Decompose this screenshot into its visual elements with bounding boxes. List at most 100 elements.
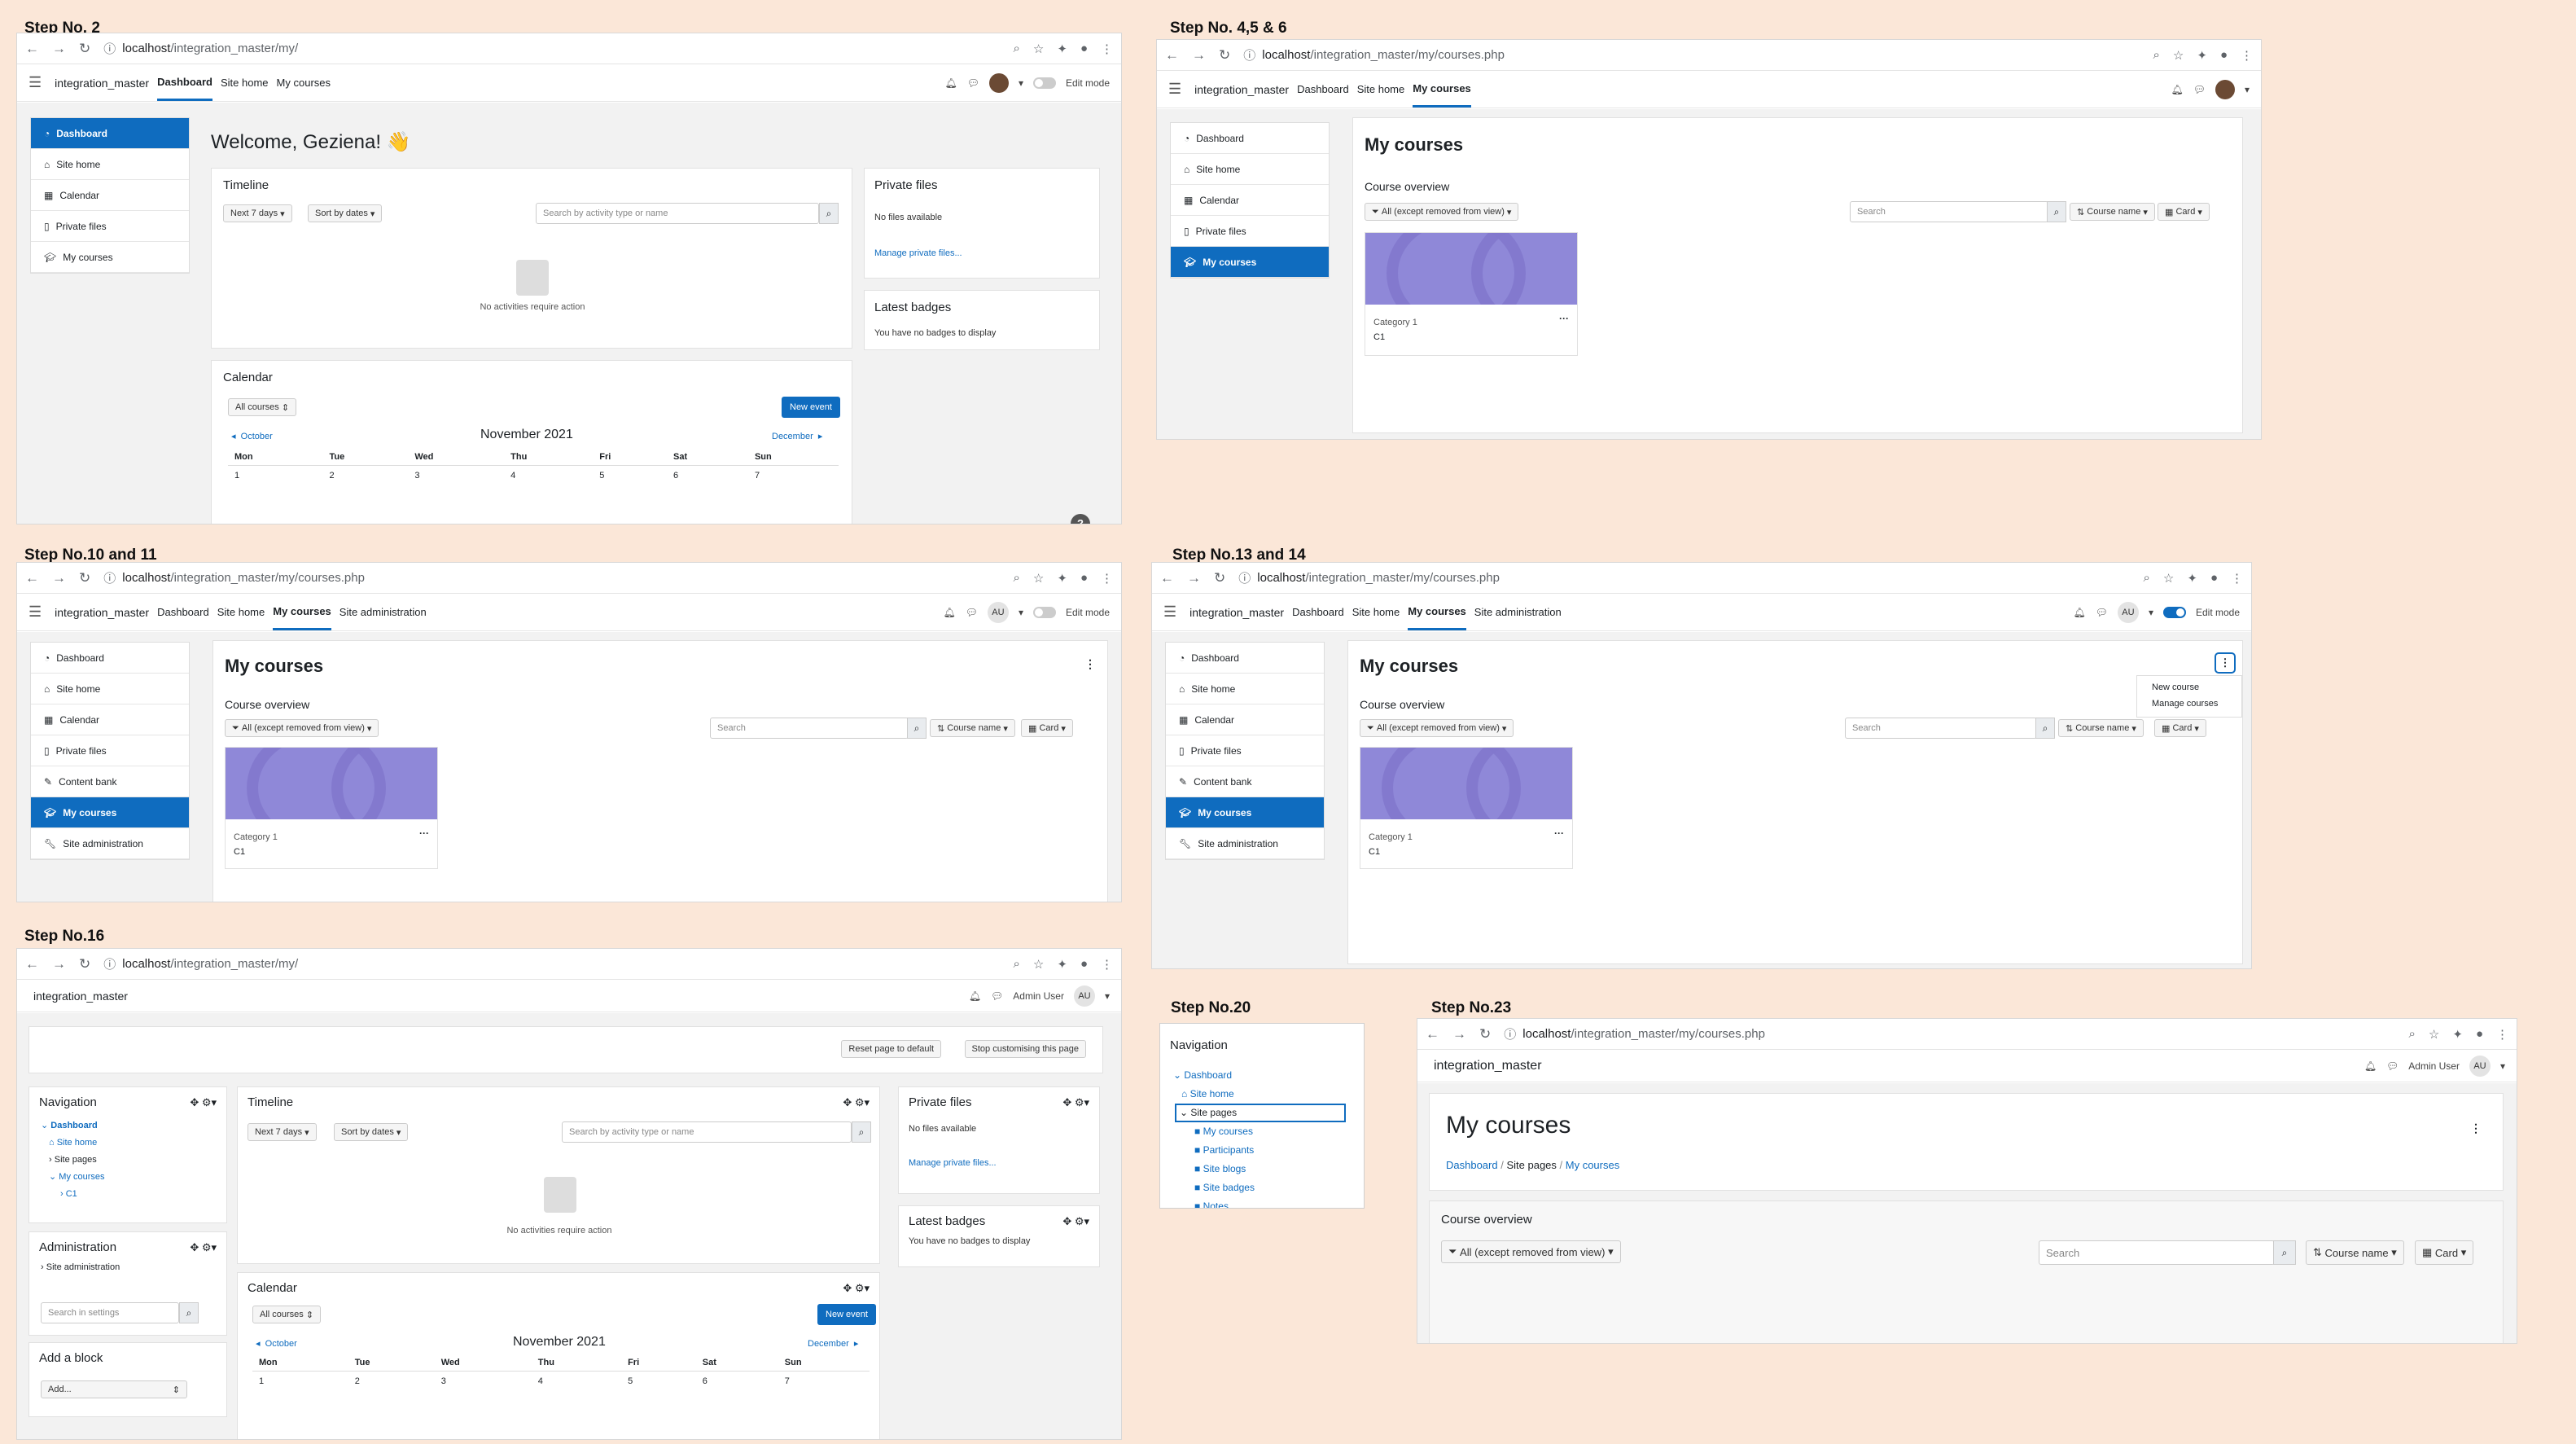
- drawer-item-private-files[interactable]: ▯ Private files: [31, 735, 189, 766]
- next-month-link[interactable]: December ▸: [772, 431, 822, 441]
- breadcrumb-my-courses[interactable]: My courses: [1566, 1159, 1619, 1171]
- back-icon[interactable]: ←: [25, 41, 39, 57]
- calendar-day[interactable]: 1: [252, 1371, 348, 1396]
- breadcrumb-dashboard[interactable]: Dashboard: [1446, 1159, 1498, 1171]
- extensions-icon[interactable]: ✦: [2452, 1027, 2463, 1042]
- bell-icon[interactable]: 🔔︎: [2364, 1060, 2377, 1072]
- drawer-item-calendar[interactable]: ▦ Calendar: [31, 180, 189, 211]
- zoom-icon[interactable]: ⌕: [1014, 42, 1020, 56]
- site-name[interactable]: integration_master: [55, 77, 149, 90]
- reload-icon[interactable]: ↻: [79, 956, 90, 972]
- chat-icon[interactable]: 💬︎: [967, 77, 979, 89]
- bell-icon[interactable]: 🔔︎: [2171, 84, 2184, 95]
- bell-icon[interactable]: 🔔︎: [943, 607, 955, 618]
- nav-site-home[interactable]: Site home: [217, 595, 265, 629]
- edit-mode-toggle[interactable]: [1032, 606, 1056, 618]
- profile-icon[interactable]: ●: [1080, 42, 1088, 56]
- drawer-item-site-administration[interactable]: 🔧︎ Site administration: [1166, 828, 1324, 859]
- site-name[interactable]: integration_master: [1189, 606, 1284, 619]
- view-dropdown[interactable]: ▦ Card ▾: [2158, 203, 2210, 221]
- calendar-day[interactable]: 7: [778, 1371, 870, 1396]
- profile-icon[interactable]: ●: [2220, 48, 2228, 63]
- calendar-day[interactable]: 3: [434, 1371, 532, 1396]
- more-icon[interactable]: ···: [1554, 827, 1564, 839]
- drawer-item-content-bank[interactable]: ✎ Content bank: [1166, 766, 1324, 797]
- filter-dropdown[interactable]: ⏷ All (except removed from view) ▾: [1441, 1240, 1621, 1263]
- chat-icon[interactable]: 💬︎: [2193, 84, 2206, 95]
- reload-icon[interactable]: ↻: [79, 41, 90, 57]
- drawer-item-dashboard[interactable]: ◔ Dashboard: [31, 643, 189, 674]
- tree-item-site-pages[interactable]: ⌄ Site pages: [1175, 1104, 1346, 1122]
- chevron-down-icon[interactable]: ▾: [1019, 607, 1023, 618]
- address-bar[interactable]: ⓘ localhost/integration_master/my/: [103, 955, 1000, 972]
- search-icon[interactable]: ⌕: [2047, 201, 2066, 222]
- tree-item-my-courses[interactable]: ⌄ My courses: [41, 1169, 226, 1186]
- chat-icon[interactable]: 💬︎: [966, 607, 978, 618]
- tree-item-dashboard[interactable]: ⌄ Dashboard: [41, 1117, 226, 1135]
- address-bar[interactable]: ⓘ localhost/integration_master/my/courses…: [1504, 1025, 2395, 1042]
- new-event-button[interactable]: New event: [817, 1304, 876, 1325]
- nav-site-administration[interactable]: Site administration: [340, 595, 427, 629]
- calendar-day[interactable]: 1: [228, 465, 323, 490]
- forward-icon[interactable]: →: [1187, 570, 1201, 586]
- block-controls-icon[interactable]: ✥ ⚙▾: [1062, 1096, 1089, 1109]
- hamburger-icon[interactable]: ☰: [1168, 81, 1181, 98]
- edit-mode-toggle[interactable]: [1032, 77, 1056, 89]
- filter-dropdown[interactable]: ⏷ All (except removed from view) ▾: [225, 719, 379, 737]
- chevron-down-icon[interactable]: ▾: [1019, 77, 1023, 89]
- calendar-day[interactable]: 5: [621, 1371, 696, 1396]
- chat-icon[interactable]: 💬︎: [2386, 1060, 2399, 1072]
- search-icon[interactable]: ⌕: [907, 718, 927, 739]
- course-card[interactable]: Category 1 C1 ···: [225, 747, 438, 869]
- course-image[interactable]: [226, 748, 437, 819]
- star-icon[interactable]: ☆: [2173, 48, 2184, 63]
- avatar[interactable]: AU: [2469, 1055, 2491, 1077]
- more-icon[interactable]: ···: [1559, 313, 1569, 324]
- course-name-link[interactable]: C1: [234, 847, 245, 857]
- chevron-down-icon[interactable]: ▾: [2245, 84, 2250, 95]
- tree-item-site-pages[interactable]: › Site pages: [41, 1152, 226, 1169]
- forward-icon[interactable]: →: [52, 956, 66, 972]
- star-icon[interactable]: ☆: [1033, 42, 1044, 56]
- site-name[interactable]: integration_master: [55, 606, 149, 619]
- chevron-down-icon[interactable]: ▾: [1105, 990, 1110, 1002]
- hamburger-icon[interactable]: ☰: [28, 74, 42, 91]
- course-search-input[interactable]: Search: [1850, 201, 2048, 222]
- all-courses-select[interactable]: All courses ⇕: [228, 398, 297, 416]
- sort-dropdown[interactable]: ⇅ Course name ▾: [2058, 719, 2144, 737]
- search-icon[interactable]: ⌕: [2035, 718, 2055, 739]
- calendar-day[interactable]: 3: [408, 465, 505, 490]
- course-name-link[interactable]: C1: [1369, 847, 1380, 857]
- search-icon[interactable]: ⌕: [179, 1302, 199, 1323]
- calendar-day[interactable]: 4: [504, 465, 594, 490]
- reload-icon[interactable]: ↻: [1219, 47, 1230, 64]
- calendar-day[interactable]: 5: [593, 465, 668, 490]
- forward-icon[interactable]: →: [52, 41, 66, 57]
- stop-customising-button[interactable]: Stop customising this page: [964, 1040, 1086, 1058]
- profile-icon[interactable]: ●: [2210, 571, 2218, 586]
- drawer-item-my-courses[interactable]: 🎓︎ My courses: [1171, 247, 1329, 278]
- forward-icon[interactable]: →: [1452, 1026, 1466, 1042]
- star-icon[interactable]: ☆: [1033, 571, 1044, 586]
- chat-icon[interactable]: 💬︎: [991, 990, 1003, 1002]
- address-bar[interactable]: ⓘ localhost/integration_master/my/courses…: [103, 569, 1000, 586]
- calendar-day[interactable]: 2: [322, 465, 409, 490]
- nav-site-administration[interactable]: Site administration: [1474, 595, 1562, 629]
- nav-my-courses[interactable]: My courses: [1408, 595, 1466, 630]
- drawer-item-calendar[interactable]: ▦ Calendar: [1171, 185, 1329, 216]
- drawer-item-my-courses[interactable]: 🎓︎ My courses: [31, 242, 189, 273]
- filter-dropdown[interactable]: ⏷ All (except removed from view) ▾: [1365, 203, 1519, 221]
- calendar-day[interactable]: 6: [695, 1371, 778, 1396]
- actions-menu-icon[interactable]: ⋮: [2470, 1121, 2482, 1135]
- menu-icon[interactable]: ⋮: [2241, 48, 2253, 63]
- course-image[interactable]: [1360, 748, 1572, 819]
- tree-item-notes[interactable]: ■ Notes: [1173, 1197, 1360, 1208]
- star-icon[interactable]: ☆: [2429, 1027, 2439, 1042]
- chat-icon[interactable]: 💬︎: [2096, 607, 2108, 618]
- sort-dropdown[interactable]: ⇅ Course name ▾: [2070, 203, 2155, 221]
- block-controls-icon[interactable]: ✥ ⚙▾: [843, 1282, 870, 1295]
- avatar[interactable]: AU: [1073, 985, 1095, 1007]
- tree-item-site-blogs[interactable]: ■ Site blogs: [1173, 1160, 1360, 1178]
- help-button[interactable]: ?: [1071, 514, 1090, 524]
- hamburger-icon[interactable]: ☰: [28, 603, 42, 621]
